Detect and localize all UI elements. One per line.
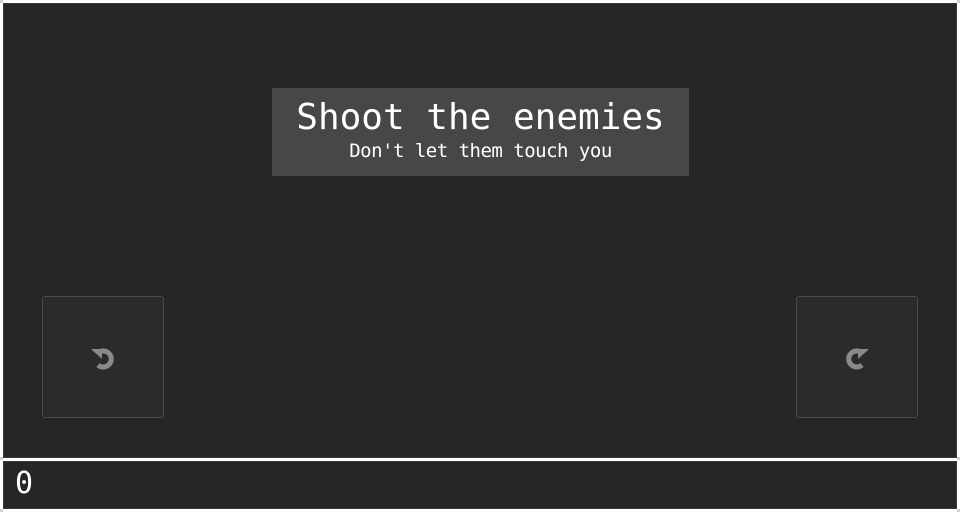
score-value: 0 — [15, 466, 34, 501]
banner-subtitle: Don't let them touch you — [349, 140, 612, 162]
rotate-clockwise-icon — [846, 348, 869, 370]
score-bar — [3, 461, 957, 509]
game-frame: Shoot the enemies Don't let them touch y… — [0, 0, 960, 512]
rotate-counterclockwise-icon — [91, 348, 114, 370]
rotate-right-button[interactable] — [796, 296, 918, 418]
banner-title: Shoot the enemies — [296, 97, 665, 138]
rotate-left-button[interactable] — [42, 296, 164, 418]
instruction-banner: Shoot the enemies Don't let them touch y… — [272, 88, 689, 176]
